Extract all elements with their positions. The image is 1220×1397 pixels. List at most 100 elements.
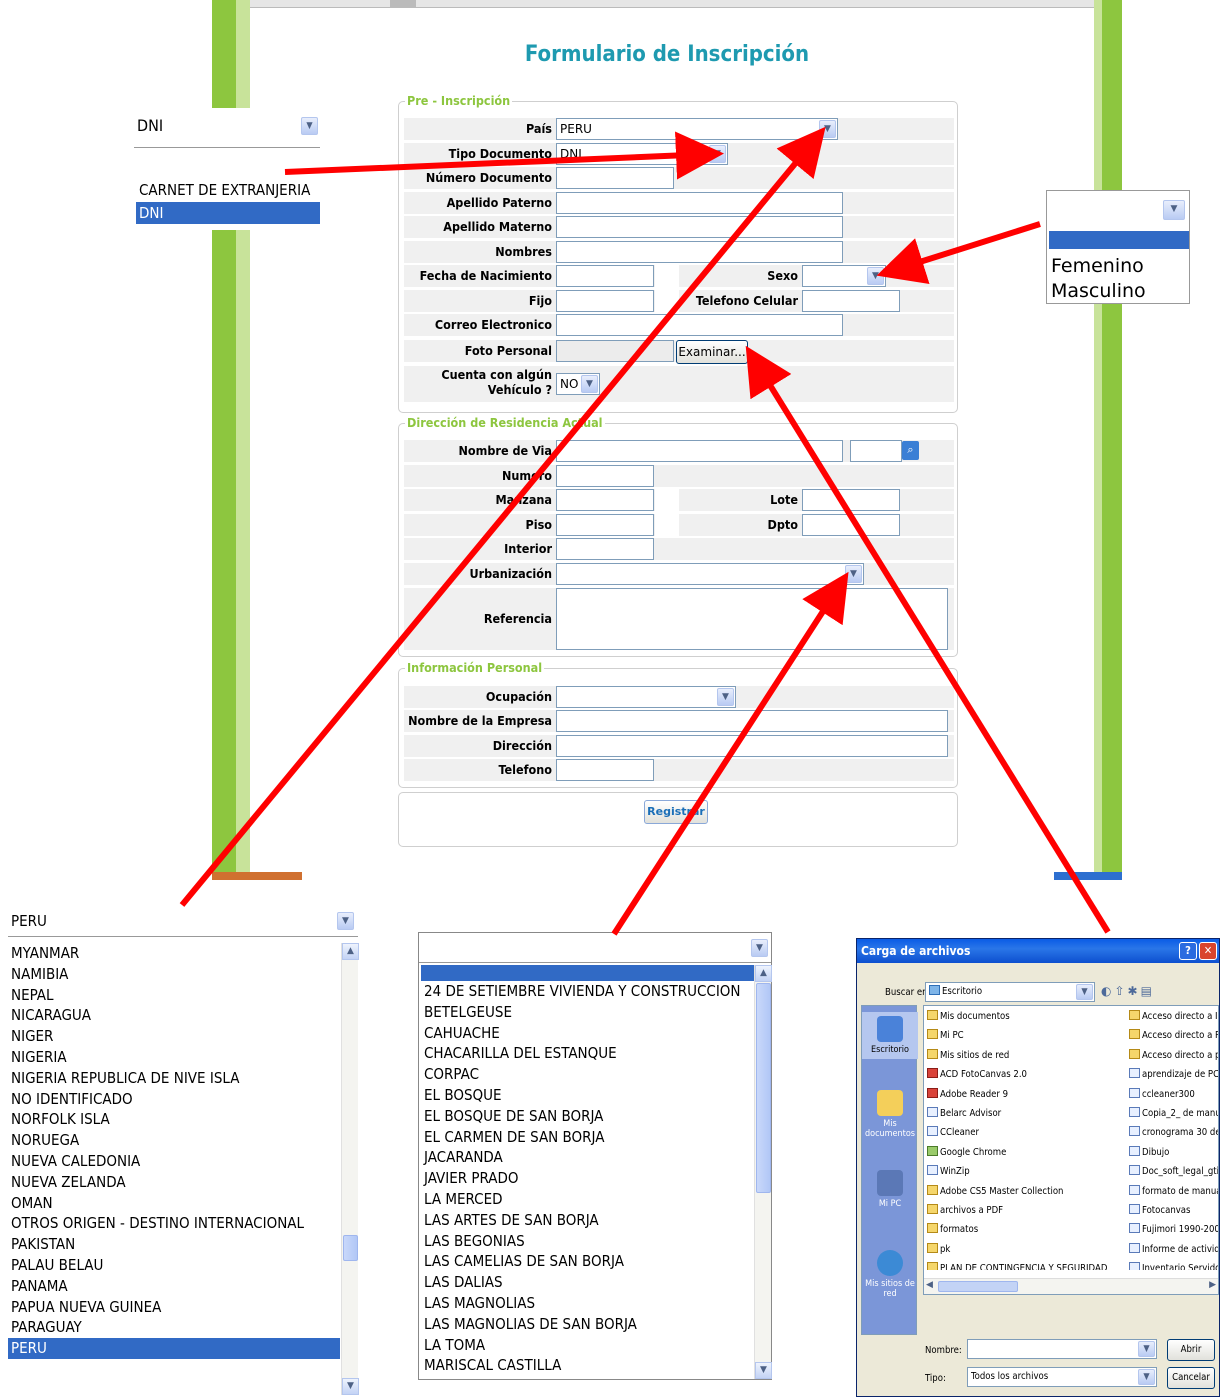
telefono-celular-input[interactable] [802, 290, 900, 312]
scroll-right-icon[interactable]: ▶ [1209, 1280, 1216, 1290]
list-item[interactable]: BETELGEUSE [421, 1002, 755, 1023]
list-item[interactable]: LAS ARTES DE SAN BORJA [421, 1210, 755, 1231]
list-item[interactable]: CARNET DE EXTRANJERIA [136, 178, 320, 202]
list-item[interactable] [136, 162, 320, 178]
file-item[interactable]: Copia_2_ de manual C [1129, 1107, 1218, 1121]
list-item[interactable]: LAS CAMELIAS DE SAN BORJA [421, 1251, 755, 1272]
nav-toolbar-icons[interactable]: ◐⇧✱▤ [1101, 984, 1155, 998]
list-item[interactable]: EL BOSQUE [421, 1085, 755, 1106]
list-item[interactable]: PARAGUAY [8, 1317, 340, 1338]
file-item[interactable]: Google Chrome [927, 1145, 1006, 1160]
list-item[interactable]: NICARAGUA [8, 1005, 340, 1026]
empresa-input[interactable] [556, 710, 948, 732]
file-item[interactable]: Fotocanvas [1129, 1204, 1190, 1218]
place-escritorio[interactable]: Escritorio [862, 1012, 918, 1059]
correo-input[interactable] [556, 314, 843, 336]
file-item[interactable]: Adobe Reader 9 [927, 1087, 1008, 1102]
scroll-thumb[interactable] [343, 1235, 358, 1261]
foto-path-input[interactable] [556, 340, 674, 362]
telefono-input[interactable] [556, 759, 654, 781]
file-item[interactable]: Fujimori 1990-2000 [1129, 1223, 1218, 1237]
sexo-zoom-select[interactable]: ▼ [1047, 191, 1189, 229]
chevron-down-icon[interactable]: ▼ [709, 145, 726, 163]
fecha-nacimiento-input[interactable] [556, 265, 654, 287]
list-item[interactable]: OMAN [8, 1193, 340, 1214]
list-item[interactable]: NO IDENTIFICADO [8, 1089, 340, 1110]
list-item[interactable]: NORFOLK ISLA [8, 1109, 340, 1130]
manzana-input[interactable] [556, 489, 654, 511]
list-item-selected[interactable] [1049, 231, 1189, 249]
chevron-down-icon[interactable]: ▼ [819, 120, 836, 138]
file-item[interactable]: Acceso directo a PHUEI [1129, 1029, 1218, 1043]
nombre-input[interactable]: ▼ [967, 1339, 1157, 1359]
file-item[interactable]: WinZip [927, 1165, 970, 1179]
chevron-down-icon[interactable]: ▼ [1163, 200, 1185, 220]
list-item[interactable]: JACARANDA [421, 1147, 755, 1168]
scroll-thumb[interactable] [938, 1281, 1018, 1292]
file-item[interactable]: formatos [927, 1223, 978, 1237]
tipo-select[interactable]: Todos los archivos ▼ [967, 1367, 1157, 1387]
list-item[interactable]: NIGERIA REPUBLICA DE NIVE ISLA [8, 1068, 340, 1089]
chevron-down-icon[interactable]: ▼ [1138, 1369, 1155, 1385]
list-item[interactable]: NEPAL [8, 985, 340, 1006]
chevron-down-icon[interactable]: ▼ [1076, 984, 1093, 1000]
direccion-input[interactable] [556, 735, 948, 757]
list-item[interactable]: LA TOMA [421, 1335, 755, 1356]
scroll-up-icon[interactable]: ▲ [755, 965, 772, 982]
file-item[interactable]: PLAN DE CONTINGENCIA Y SEGURIDAD_files [927, 1262, 1107, 1270]
place-mi-pc[interactable]: Mi PC [862, 1170, 918, 1209]
examinar-button[interactable]: Examinar... [676, 340, 748, 364]
list-item-selected[interactable]: DNI [136, 202, 320, 224]
file-item[interactable]: Dibujo [1129, 1145, 1169, 1160]
chevron-down-icon[interactable]: ▼ [1138, 1341, 1155, 1357]
file-item[interactable]: pk [927, 1242, 950, 1257]
scroll-nub[interactable] [390, 0, 416, 8]
list-item[interactable]: NUEVA CALEDONIA [8, 1151, 340, 1172]
file-item[interactable]: Adobe CS5 Master Collection [927, 1184, 1063, 1199]
chevron-down-icon[interactable]: ▼ [845, 565, 862, 583]
file-list-hscrollbar[interactable]: ◀ ▶ [924, 1278, 1218, 1294]
cancelar-button[interactable]: Cancelar [1167, 1367, 1215, 1389]
chevron-down-icon[interactable]: ▼ [867, 267, 884, 285]
place-mis-documentos[interactable]: Mis documentos [862, 1090, 918, 1139]
file-item[interactable]: Doc_soft_legal_gti_msl [1129, 1165, 1218, 1179]
file-item[interactable]: cronograma 30 de setie [1129, 1126, 1218, 1140]
list-item[interactable]: PAPUA NUEVA GUINEA [8, 1297, 340, 1318]
list-item[interactable]: LAS MAGNOLIAS DE SAN BORJA [421, 1314, 755, 1335]
list-item[interactable]: JAVIER PRADO [421, 1168, 755, 1189]
list-item[interactable]: OTROS ORIGEN - DESTINO INTERNACIONAL [8, 1213, 340, 1234]
list-item[interactable]: Masculino [1051, 279, 1146, 304]
via-code-input[interactable] [850, 440, 902, 462]
list-item[interactable]: LAS BEGONIAS [421, 1231, 755, 1252]
file-item[interactable]: Belarc Advisor [927, 1107, 1001, 1121]
list-item-selected[interactable]: PERU [8, 1338, 340, 1359]
list-item[interactable]: CHACARILLA DEL ESTANQUE [421, 1043, 755, 1064]
place-mis-sitios-de-red[interactable]: Mis sitios de red [862, 1250, 918, 1299]
referencia-textarea[interactable] [556, 588, 948, 650]
nombres-input[interactable] [556, 241, 843, 263]
file-item[interactable]: Informe de actividades [1129, 1242, 1218, 1257]
piso-input[interactable] [556, 514, 654, 536]
list-item[interactable]: NUEVA ZELANDA [8, 1172, 340, 1193]
scroll-up-icon[interactable]: ▲ [342, 943, 359, 960]
list-item[interactable]: NIGERIA [8, 1047, 340, 1068]
list-item[interactable]: MARISCAL CASTILLA [421, 1355, 755, 1376]
file-item[interactable]: Acceso directo a INFO [1129, 1010, 1218, 1024]
file-item[interactable]: Mi PC [927, 1029, 964, 1043]
pais-zoom-select[interactable]: PERU ▼ [8, 905, 358, 937]
urbanizacion-zoom-select[interactable]: ▼ [419, 933, 771, 963]
registrar-button[interactable]: Registrar [644, 800, 708, 824]
buscar-en-select[interactable]: Escritorio ▼ [925, 982, 1095, 1002]
list-item[interactable]: LA MERCED [421, 1189, 755, 1210]
file-item[interactable]: Inventario Servidores ( [1129, 1262, 1218, 1270]
apellido-materno-input[interactable] [556, 216, 843, 238]
file-item[interactable]: ccleaner300 [1129, 1087, 1195, 1102]
file-item[interactable]: Acceso directo a pkhl [1129, 1048, 1218, 1063]
list-item[interactable]: CAHUACHE [421, 1023, 755, 1044]
list-item[interactable]: PANAMA [8, 1276, 340, 1297]
list-item[interactable]: 24 DE SETIEMBRE VIVIENDA Y CONSTRUCCION [421, 981, 755, 1002]
dpto-input[interactable] [802, 514, 900, 536]
list-item[interactable]: NIGER [8, 1026, 340, 1047]
chevron-down-icon[interactable]: ▼ [581, 375, 598, 393]
scroll-down-icon[interactable]: ▼ [755, 1362, 772, 1379]
